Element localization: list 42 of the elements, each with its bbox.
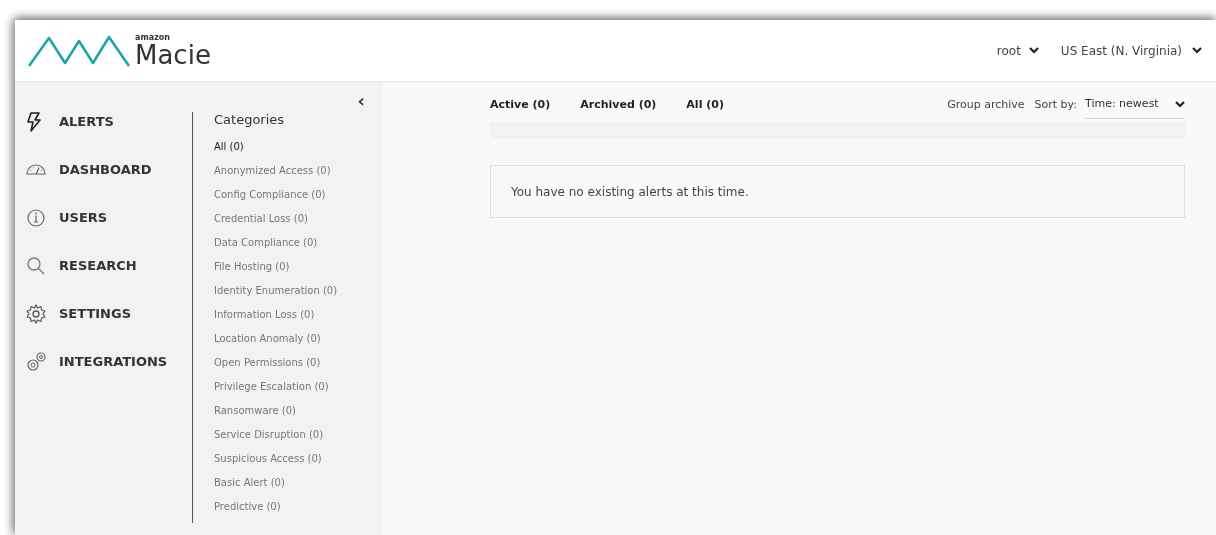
category-item[interactable]: Predictive (0) <box>214 494 338 519</box>
group-archive-link[interactable]: Group archive <box>947 96 1025 114</box>
category-item[interactable]: Information Loss (0) <box>214 302 338 327</box>
filter-tab[interactable]: All (0) <box>686 96 724 114</box>
nav-item[interactable]: SETTINGS <box>25 302 192 326</box>
gears-icon <box>25 351 47 373</box>
sort-dropdown[interactable]: Time: newest <box>1085 91 1185 119</box>
info-icon <box>25 207 47 229</box>
category-item[interactable]: Ransomware (0) <box>214 398 338 423</box>
nav-item[interactable]: USERS <box>25 206 192 230</box>
sort-label: Sort by: <box>1034 96 1077 113</box>
category-item[interactable]: Data Compliance (0) <box>214 230 338 255</box>
category-item[interactable]: Basic Alert (0) <box>214 470 338 495</box>
category-item[interactable]: All (0) <box>214 134 338 159</box>
chevron-down-icon <box>1175 101 1185 108</box>
brand-small: amazon <box>135 33 171 42</box>
chevron-down-icon <box>1192 47 1202 54</box>
settings-icon <box>25 303 47 325</box>
category-item[interactable]: Config Compliance (0) <box>214 182 338 207</box>
category-item[interactable]: Service Disruption (0) <box>214 422 338 447</box>
region-menu[interactable]: US East (N. Virginia) <box>1060 41 1202 60</box>
chevron-down-icon <box>1028 47 1039 54</box>
category-item[interactable]: Identity Enumeration (0) <box>214 278 338 303</box>
search-icon <box>25 255 47 277</box>
category-item[interactable]: Anonymized Access (0) <box>214 158 338 183</box>
nav-item[interactable]: RESEARCH <box>25 254 192 278</box>
categories-title: Categories <box>214 111 286 129</box>
nav-item[interactable]: DASHBOARD <box>25 158 192 182</box>
filter-tab[interactable]: Active (0) <box>490 96 551 114</box>
nav-item[interactable]: INTEGRATIONS <box>25 350 192 374</box>
category-item[interactable]: Credential Loss (0) <box>214 206 338 231</box>
user-menu[interactable]: root <box>996 41 1039 60</box>
category-item[interactable]: Suspicious Access (0) <box>214 446 338 471</box>
brand-name: Macie <box>135 41 211 68</box>
nav-item[interactable]: ALERTS <box>25 110 192 134</box>
category-item[interactable]: Open Permissions (0) <box>214 350 338 375</box>
empty-message: You have no existing alerts at this time. <box>511 183 749 201</box>
category-item[interactable]: Privilege Escalation (0) <box>214 374 338 399</box>
collapse-button[interactable]: ‹ <box>357 92 365 110</box>
category-item[interactable]: File Hosting (0) <box>214 254 338 279</box>
filter-tab[interactable]: Archived (0) <box>580 96 657 114</box>
category-item[interactable]: Location Anomaly (0) <box>214 326 338 351</box>
